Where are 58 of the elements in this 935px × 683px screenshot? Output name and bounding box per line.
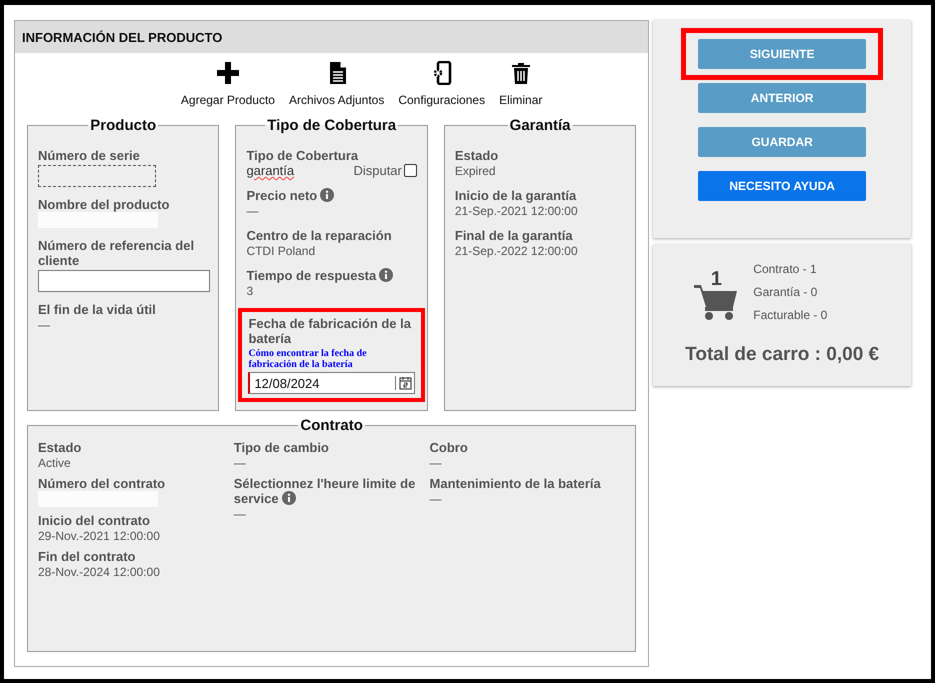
field-value: Active (38, 456, 72, 470)
field-label: Fecha de fabricación de la batería (248, 316, 411, 346)
field-value: 21-Sep.-2022 12:00:00 (454, 244, 579, 258)
date-field[interactable]: 12/08/2024 (248, 372, 415, 394)
cart-total: Total de carro : 0,00 € (684, 344, 880, 366)
field-value: CTDI Poland (246, 244, 316, 258)
field-value: 28-Nov.-2024 12:00:00 (38, 565, 161, 579)
field-label: Cobro (430, 440, 468, 455)
toolbar-button[interactable]: Agregar Producto (180, 61, 275, 107)
field-value: — (430, 492, 443, 506)
field-value: — (38, 318, 51, 332)
field-label: Tipo de Cobertura (246, 148, 358, 163)
field-label: Número del contrato (38, 476, 166, 491)
section-title: Garantía (508, 117, 572, 134)
field-value: 21-Sep.-2021 12:00:00 (454, 204, 579, 218)
field-label: Nombre del producto (38, 197, 170, 212)
cart-line: Facturable - 0 (753, 308, 828, 322)
toolbar-button[interactable]: Configuraciones (398, 61, 486, 107)
section-title: Tipo de Cobertura (266, 117, 398, 134)
help-link[interactable]: Cómo encontrar la fecha de fabricación de la batería (248, 348, 415, 370)
field-value: — (430, 456, 443, 470)
cart-count: 1 (710, 268, 722, 291)
field-label: Inicio del contrato (38, 513, 150, 528)
input-field[interactable] (38, 165, 156, 187)
field-value: 3 (246, 284, 254, 298)
panel-title: INFORMACIÓN DEL PRODUCTO (15, 21, 648, 53)
field-label: Final de la garantía (454, 228, 573, 243)
field-label: Tiempo de respuesta (246, 268, 376, 283)
field-label: Inicio de la garantía (454, 188, 576, 203)
field-label: Número de serie (38, 148, 140, 163)
field-value: — (246, 204, 260, 218)
checkbox[interactable] (404, 164, 417, 177)
field-label: Sélectionnez l'heure limite de service (234, 476, 416, 506)
field-label: Estado (454, 148, 498, 163)
field-label: Fin del contrato (38, 549, 136, 564)
cart-line: Contrato - 1 (753, 262, 818, 276)
input-field[interactable] (38, 270, 210, 292)
field-label: Precio neto (246, 188, 318, 203)
section-title: Producto (89, 117, 158, 134)
cart-line: Garantía - 0 (753, 285, 818, 299)
calendar-icon (394, 376, 412, 390)
field-value: 29-Nov.-2021 12:00:00 (38, 529, 161, 543)
field-label: Mantenimiento de la batería (430, 476, 601, 491)
plus-icon (216, 61, 240, 85)
coverage-value[interactable]: garantía (246, 163, 294, 178)
section-title: Contrato (299, 417, 364, 434)
field-label: Centro de la reparación (246, 228, 392, 243)
field-value: Expired (454, 164, 497, 178)
toolbar-button[interactable]: Eliminar (499, 61, 542, 107)
field-label: Estado (38, 440, 82, 455)
toolbar-button[interactable]: Archivos Adjuntos (288, 61, 384, 107)
checkbox-label: Disputar (353, 163, 402, 178)
field-label: El fin de la vida útil (38, 302, 156, 317)
field-label: Número de referencia del cliente (38, 238, 194, 268)
action-button[interactable]: NECESITO AYUDA (698, 171, 866, 201)
field-label: Tipo de cambio (234, 440, 329, 455)
field-value: — (234, 456, 247, 470)
field-value: — (234, 507, 247, 521)
